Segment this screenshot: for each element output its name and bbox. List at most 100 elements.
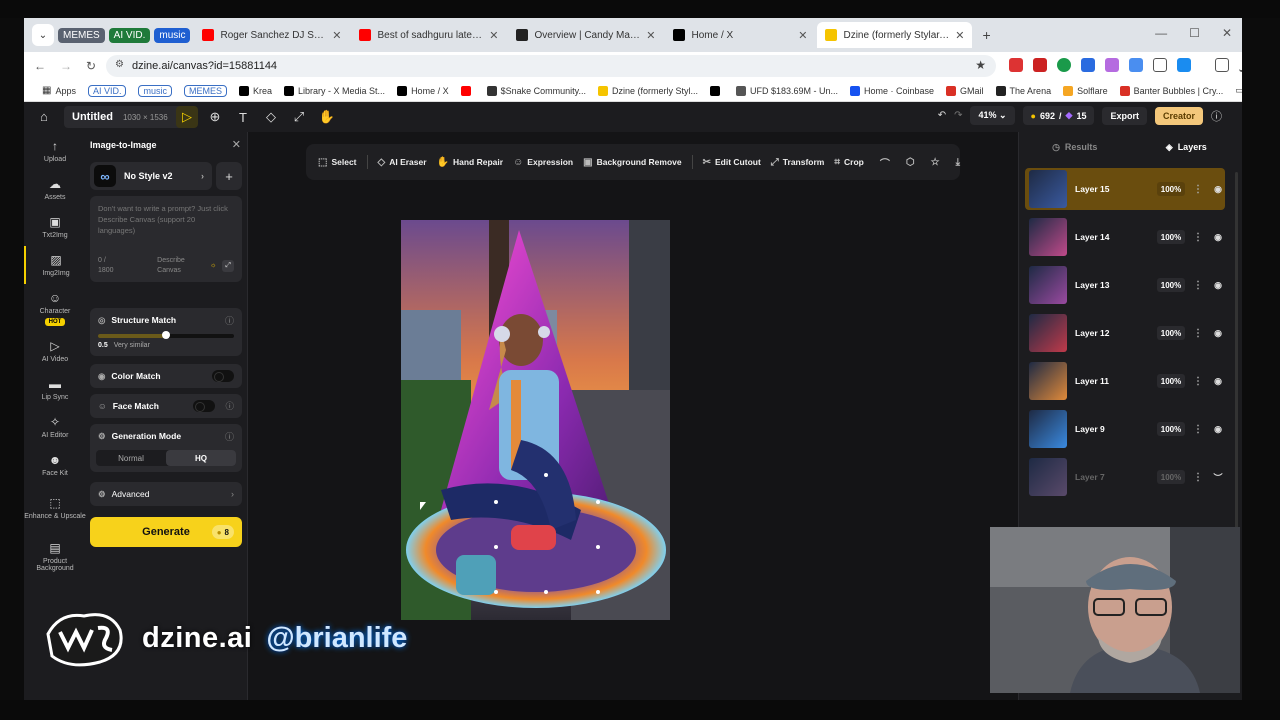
extension-icon[interactable] [1009,58,1023,72]
site-info-icon[interactable]: ⚙ [115,59,124,70]
extension-icon[interactable] [1057,58,1071,72]
address-bar[interactable]: ⚙ dzine.ai/canvas?id=15881144 ★ [106,55,996,77]
home-icon[interactable]: ⌂ [40,109,48,124]
bookmark-item[interactable]: Solflare [1063,85,1108,96]
bookmark-item[interactable]: Dzine (formerly Styl... [597,85,698,96]
tab-results[interactable]: ◷ Results [1019,132,1131,162]
browser-tab[interactable]: Roger Sanchez DJ Set From The ✕ [194,22,349,48]
canvas-image[interactable] [401,220,670,620]
layers-scrollbar[interactable] [1235,172,1238,532]
layer-menu-icon[interactable]: ⋮ [1193,280,1203,291]
browser-tab[interactable]: Dzine (formerly Stylar.ai) - The ✕ [817,22,973,48]
tab-group-pill[interactable]: MEMES [58,27,105,43]
bookmark-item[interactable]: Krea [239,85,272,96]
layer-menu-icon[interactable]: ⋮ [1193,232,1203,243]
layer-opacity[interactable]: 100% [1157,182,1185,196]
bookmark-item[interactable]: AI VID. [87,84,127,97]
layer-row[interactable]: Layer 13 100% ⋮ ◉ [1025,264,1225,306]
sidebar-icon[interactable] [1215,58,1229,72]
eye-icon[interactable]: ◉ [1211,280,1225,291]
browser-tab[interactable]: Home / X ✕ [665,22,815,48]
close-tab-icon[interactable]: ✕ [332,29,341,42]
cube-icon[interactable]: ⬡ [906,157,915,168]
help-icon[interactable]: ⓘ [1211,108,1222,124]
creator-button[interactable]: Creator [1154,106,1203,125]
extensions-puzzle-icon[interactable] [1153,58,1167,72]
expand-icon[interactable]: ⤢ [222,259,234,272]
document-title[interactable]: Untitled 1030 × 1536 ⌄ [64,106,193,128]
eye-icon[interactable]: ◉ [1211,232,1225,243]
upload-tool-icon[interactable]: ⊕ [204,106,226,128]
context-tool-button[interactable]: ✋ Hand Repair [437,157,504,168]
bookmark-item[interactable]: Library - X Media St... [284,85,385,96]
color-match-toggle[interactable] [212,370,234,382]
layer-row[interactable]: Layer 7 100% ⋮ ︶ [1025,456,1225,498]
context-tool-button[interactable]: ⤢ Transform [771,157,825,168]
tab-layers[interactable]: ◈ Layers [1131,132,1243,162]
rail-item[interactable]: ⬚ Enhance & Upscale [24,484,86,532]
close-tab-icon[interactable]: ✕ [646,29,655,42]
face-match-toggle[interactable] [193,400,216,412]
reload-icon[interactable]: ↻ [86,59,96,73]
curve-icon[interactable]: ⌒ [880,155,890,170]
select-tool-icon[interactable]: ▷ [176,106,198,128]
layer-row[interactable]: Layer 14 100% ⋮ ◉ [1025,216,1225,258]
forward-icon[interactable]: → [60,59,72,73]
extension-icon[interactable] [1033,58,1047,72]
structure-match-slider[interactable] [98,331,234,339]
layer-row[interactable]: Layer 12 100% ⋮ ◉ [1025,312,1225,354]
transform-tool-icon[interactable]: ⤢ [288,106,310,128]
rail-item[interactable]: ☺ Character HOT [24,284,86,332]
prompt-input[interactable]: Don't want to write a prompt? Just click… [90,196,242,282]
layer-row[interactable]: Layer 11 100% ⋮ ◉ [1025,360,1225,402]
layer-opacity[interactable]: 100% [1157,278,1185,292]
bookmark-item[interactable]: Home · Coinbase [850,85,934,96]
layer-menu-icon[interactable]: ⋮ [1193,376,1203,387]
browser-tab[interactable]: Overview | Candy Machine ✕ [508,22,663,48]
layer-opacity[interactable]: 100% [1157,326,1185,340]
slider-knob[interactable] [162,331,170,339]
advanced-section[interactable]: ⚙ Advanced › [90,482,242,506]
maximize-icon[interactable]: ☐ [1189,26,1200,40]
layer-menu-icon[interactable]: ⋮ [1193,472,1203,483]
bookmark-item[interactable]: GMail [946,85,984,96]
new-tab-button[interactable]: + [982,27,990,43]
hand-tool-icon[interactable]: ✋ [316,106,338,128]
eye-icon[interactable]: ◉ [1211,184,1225,195]
credits-display[interactable]: ● 692 / ◆ 15 [1022,106,1095,125]
context-tool-button[interactable]: ✂ Edit Cutout [703,157,761,168]
extension-icon[interactable] [1177,58,1191,72]
bookmark-item[interactable]: MEMES [184,84,228,97]
export-button[interactable]: Export [1102,106,1147,125]
zoom-control[interactable]: 41% ⌄ [970,106,1015,125]
rail-item[interactable]: ▤ Product Background [24,532,86,580]
back-icon[interactable]: ← [34,59,46,73]
generate-button[interactable]: Generate ● 8 [90,517,242,547]
layer-menu-icon[interactable]: ⋮ [1193,184,1203,195]
bookmark-item[interactable]: The Arena [995,85,1051,96]
add-style-button[interactable]: + [216,162,242,190]
rail-item[interactable]: ✧ AI Editor [24,408,86,446]
help-icon[interactable]: ⓘ [225,430,234,443]
layer-opacity[interactable]: 100% [1157,422,1185,436]
style-selector[interactable]: ∞ No Style v2 › [90,162,212,190]
close-tab-icon[interactable]: ✕ [489,29,498,42]
mode-hq[interactable]: HQ [166,450,236,466]
bookmark-item[interactable] [460,85,475,96]
rail-item[interactable]: ↑ Upload [24,132,86,170]
undo-icon[interactable]: ↶ [938,110,946,121]
close-tab-icon[interactable]: ✕ [798,29,807,42]
layer-opacity[interactable]: 100% [1157,470,1185,484]
bookmark-item[interactable]: ▦ Apps [42,85,76,96]
star-icon[interactable]: ☆ [931,157,940,168]
layer-opacity[interactable]: 100% [1157,230,1185,244]
rail-item[interactable]: ☻ Face Kit [24,446,86,484]
bookmark-item[interactable]: Home / X [397,85,449,96]
layer-opacity[interactable]: 100% [1157,374,1185,388]
rail-item[interactable]: ▬ Lip Sync [24,370,86,408]
layer-row[interactable]: Layer 15 100% ⋮ ◉ [1025,168,1225,210]
rail-item[interactable]: ▷ AI Video [24,332,86,370]
tab-search-button[interactable]: ⌄ [32,24,54,46]
eye-closed-icon[interactable]: ︶ [1211,471,1225,484]
browser-tab[interactable]: Best of sadhguru latest intervie ✕ [351,22,506,48]
